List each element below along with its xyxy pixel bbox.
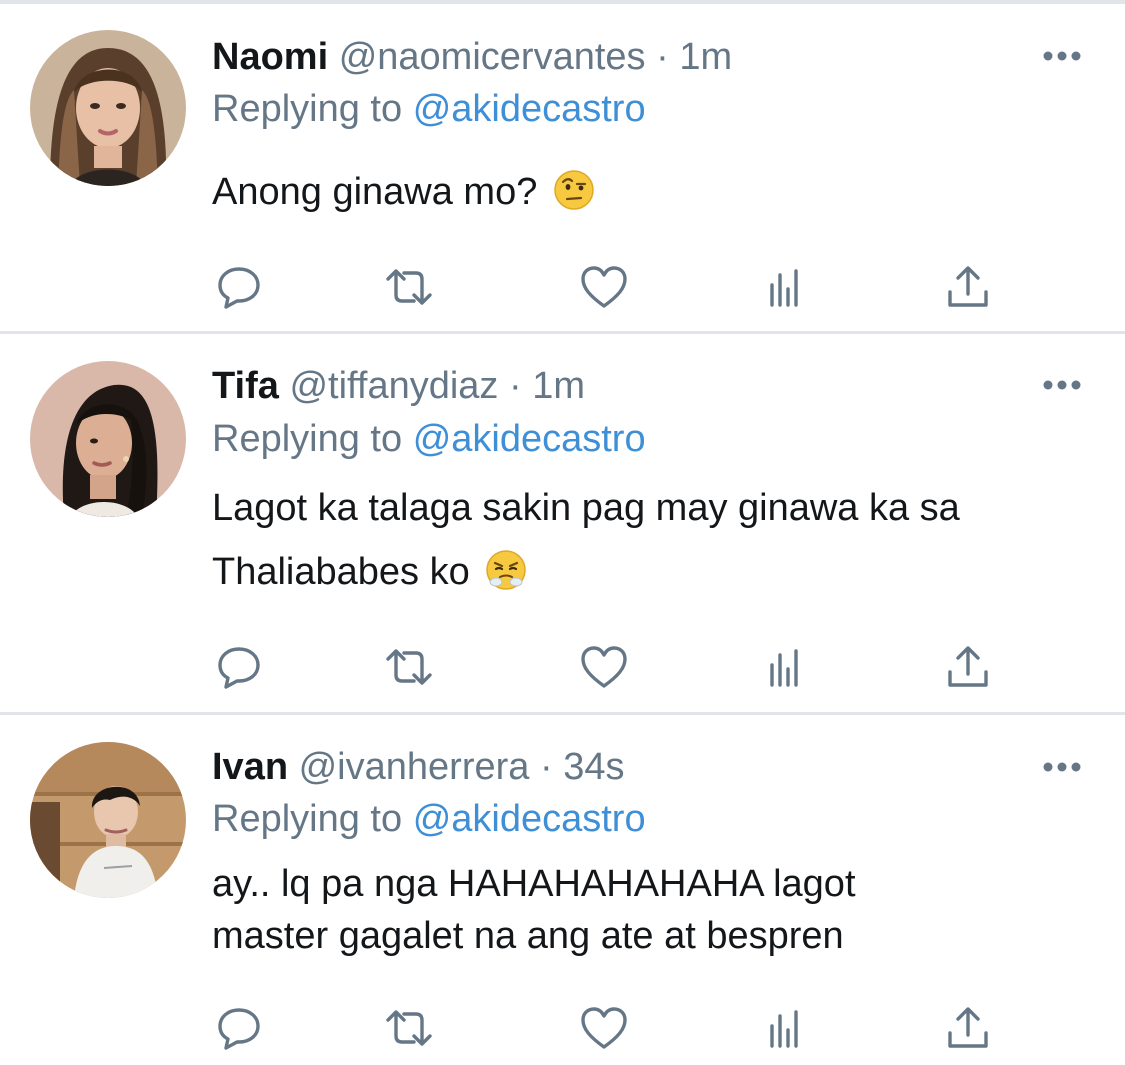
timestamp[interactable]: 34s — [563, 746, 624, 788]
retweet-icon[interactable] — [384, 642, 434, 692]
analytics-icon[interactable] — [761, 1003, 811, 1053]
replying-to-line: Replying to @akidecastro — [212, 794, 646, 844]
mention-link[interactable]: @akidecastro — [413, 418, 646, 460]
separator-dot: · — [508, 365, 522, 407]
more-icon[interactable] — [1040, 46, 1084, 66]
tweet-text-line: Lagot ka talaga sakin pag may ginawa ka … — [212, 487, 960, 529]
separator-dot: · — [539, 746, 553, 788]
replying-to-line: Replying to @akidecastro — [212, 84, 646, 134]
tweet-actions — [0, 262, 1125, 312]
like-icon[interactable] — [579, 642, 629, 692]
display-name[interactable]: Tifa — [212, 365, 279, 407]
tweet-header: Naomi @naomicervantes · 1m — [212, 32, 732, 82]
share-icon[interactable] — [943, 262, 993, 312]
display-name[interactable]: Ivan — [212, 746, 288, 788]
steam-from-nose-emoji — [486, 550, 527, 590]
username[interactable]: @naomicervantes — [339, 36, 646, 78]
tweet-text-line: ay.. lq pa nga HAHAHAHAHAHA lagot — [212, 863, 856, 905]
mention-link[interactable]: @akidecastro — [413, 88, 646, 130]
retweet-icon[interactable] — [384, 262, 434, 312]
replying-to-label: Replying to — [212, 88, 403, 130]
analytics-icon[interactable] — [761, 262, 811, 312]
tweet-text: Lagot ka talaga sakin pag may ginawa ka … — [212, 476, 1092, 604]
tweet-text: ay.. lq pa nga HAHAHAHAHAHA lagot master… — [212, 858, 1092, 962]
tweet-text-line: Anong ginawa mo? — [212, 171, 538, 213]
tweet-text-line: Thaliababes ko — [212, 551, 470, 593]
display-name[interactable]: Naomi — [212, 36, 328, 78]
tweet-header: Ivan @ivanherrera · 34s — [212, 742, 624, 792]
username[interactable]: @tiffanydiaz — [289, 365, 498, 407]
avatar[interactable] — [30, 30, 186, 186]
reply-icon[interactable] — [214, 262, 264, 312]
share-icon[interactable] — [943, 642, 993, 692]
replying-to-line: Replying to @akidecastro — [212, 414, 646, 464]
analytics-icon[interactable] — [761, 642, 811, 692]
more-icon[interactable] — [1040, 375, 1084, 395]
tweet-header: Tifa @tiffanydiaz · 1m — [212, 361, 585, 411]
mention-link[interactable]: @akidecastro — [413, 798, 646, 840]
raised-eyebrow-emoji — [554, 170, 594, 210]
like-icon[interactable] — [579, 262, 629, 312]
tweet-text: Anong ginawa mo? — [212, 160, 1092, 224]
replying-to-label: Replying to — [212, 798, 403, 840]
separator-dot: · — [656, 36, 669, 78]
share-icon[interactable] — [943, 1003, 993, 1053]
replying-to-label: Replying to — [212, 418, 403, 460]
avatar[interactable] — [30, 742, 186, 898]
more-icon[interactable] — [1040, 757, 1084, 777]
retweet-icon[interactable] — [384, 1003, 434, 1053]
tweet-actions — [0, 1003, 1125, 1053]
timestamp[interactable]: 1m — [679, 36, 732, 78]
tweet-divider — [0, 712, 1125, 715]
top-divider — [0, 0, 1125, 4]
avatar[interactable] — [30, 361, 186, 517]
tweet-divider — [0, 331, 1125, 334]
reply-icon[interactable] — [214, 1003, 264, 1053]
timestamp[interactable]: 1m — [532, 365, 585, 407]
reply-icon[interactable] — [214, 642, 264, 692]
tweet-actions — [0, 642, 1125, 692]
username[interactable]: @ivanherrera — [299, 746, 530, 788]
tweet-text-line: master gagalet na ang ate at bespren — [212, 915, 844, 957]
like-icon[interactable] — [579, 1003, 629, 1053]
